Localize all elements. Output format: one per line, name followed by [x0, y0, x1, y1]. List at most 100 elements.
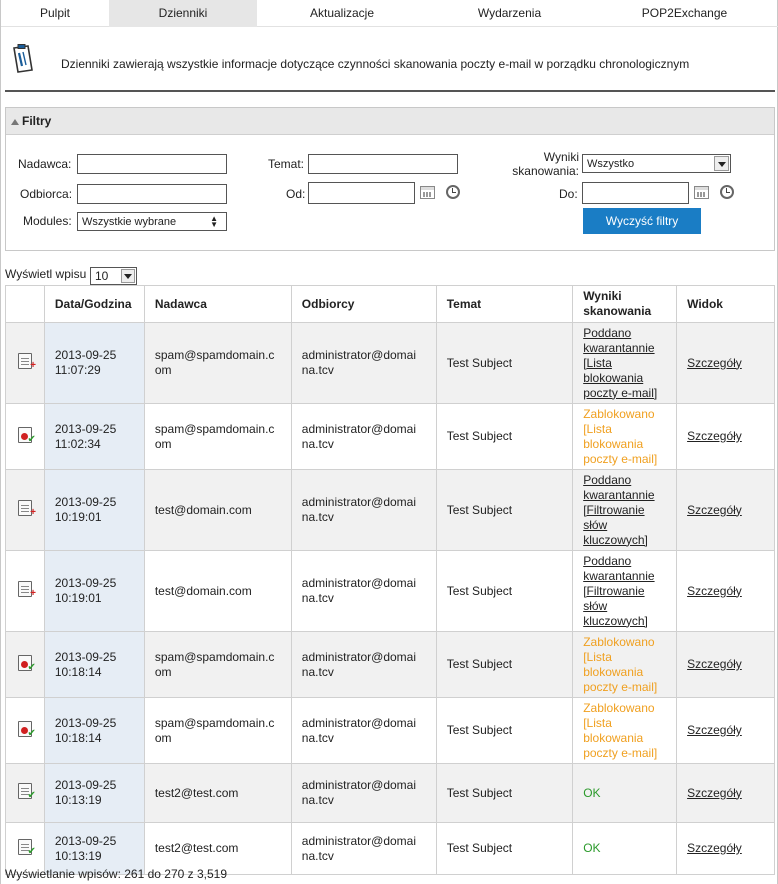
row-view-cell: Szczegóły — [676, 322, 775, 404]
row-datetime-cell: 2013-09-25 11:02:34 — [43, 403, 145, 470]
row-datetime-cell: 2013-09-25 11:07:29 — [43, 322, 145, 404]
from-date-input[interactable] — [308, 182, 415, 204]
row-recipient-cell: administrator@domai na.tcv — [290, 763, 437, 823]
row-sender-line: om — [154, 436, 172, 451]
scan-result-select[interactable]: Wszystko — [582, 154, 731, 173]
row-scan-result-line[interactable]: Poddano — [583, 554, 666, 569]
row-sender-cell: spam@spamdomain.c om — [143, 631, 292, 698]
details-link[interactable]: Szczegóły — [687, 657, 742, 671]
row-scan-result-line[interactable]: poczty e-mail] — [583, 386, 666, 401]
row-scan-result-line: [Lista — [583, 715, 612, 730]
row-subject: Test Subject — [446, 502, 513, 517]
tab-aktualizacje[interactable]: Aktualizacje — [257, 0, 427, 27]
details-link[interactable]: Szczegóły — [687, 786, 742, 800]
row-scan-result-line[interactable]: blokowania — [583, 371, 666, 386]
details-link[interactable]: Szczegóły — [687, 723, 742, 737]
row-scan-result-line[interactable]: [Filtrowanie — [583, 503, 666, 518]
row-date: 2013-09-25 — [54, 576, 117, 590]
modules-select[interactable]: Wszystkie wybrane ▲ ▼ — [77, 212, 227, 231]
column-header-view[interactable]: Widok — [676, 285, 775, 323]
details-link[interactable]: Szczegóły — [687, 584, 742, 598]
row-sender-line: test@domain.com — [154, 502, 252, 517]
row-recipient-line: administrator@domai — [301, 833, 417, 848]
tab-dzienniki[interactable]: Dzienniki — [109, 0, 257, 27]
clear-filters-button[interactable]: Wyczyść filtry — [583, 208, 701, 234]
table-row[interactable]: ✔ 2013-09-25 10:13:19 test2@test.com adminis… — [5, 763, 775, 823]
row-scan-result-line: Zablokowano — [583, 700, 655, 715]
quarantine-mail-icon: + — [17, 353, 36, 371]
clock-icon[interactable] — [446, 185, 460, 199]
column-header-recipient[interactable]: Odbiorcy — [290, 285, 437, 323]
row-subject: Test Subject — [446, 657, 513, 671]
sender-input[interactable] — [77, 154, 227, 174]
row-sender-line: test2@test.com — [154, 785, 239, 800]
row-scan-result-line[interactable]: kwarantannie — [583, 569, 666, 584]
row-scan-result-line[interactable]: słów — [583, 518, 666, 533]
details-link[interactable]: Szczegóły — [687, 503, 742, 517]
table-row[interactable]: ✔ 2013-09-25 10:18:14 spam@spamdomain.c om ad… — [5, 631, 775, 698]
to-date-input[interactable] — [582, 182, 689, 204]
row-status-icon-cell: + — [5, 469, 45, 551]
row-time: 11:07:29 — [54, 363, 101, 377]
chevron-down-icon — [714, 156, 729, 171]
ok-mail-icon: ✔ — [17, 838, 36, 856]
row-scan-result-line: OK — [583, 785, 601, 800]
per-page-select[interactable]: 10 — [90, 267, 137, 285]
row-datetime-cell: 2013-09-25 10:18:14 — [43, 631, 145, 698]
row-scan-result-line[interactable]: kluczowych] — [583, 614, 666, 629]
row-sender-line: spam@spamdomain.c — [154, 715, 275, 730]
recipient-input[interactable] — [77, 184, 227, 204]
subject-label: Temat: — [268, 157, 305, 171]
row-scan-result-cell[interactable]: Poddano kwarantannie [Lista blokowania poczt… — [572, 322, 678, 404]
row-view-cell: Szczegóły — [676, 403, 775, 470]
column-header-sender[interactable]: Nadawca — [143, 285, 292, 323]
column-header-scan-result[interactable]: Wyniki skanowania — [572, 285, 678, 323]
filter-panel-title: Filtry — [22, 114, 52, 128]
column-header-date[interactable]: Data/Godzina — [43, 285, 145, 323]
row-scan-result-cell[interactable]: Poddano kwarantannie [Filtrowanie słów klucz… — [572, 469, 678, 551]
table-row[interactable]: +2013-09-25 10:19:01 test@domain.com admini… — [5, 469, 775, 551]
tab-pop2exchange[interactable]: POP2Exchange — [592, 0, 777, 27]
table-row[interactable]: +2013-09-25 11:07:29 spam@spamdomain.c om ad… — [5, 322, 775, 404]
details-link[interactable]: Szczegóły — [687, 841, 742, 855]
row-scan-result-line[interactable]: [Filtrowanie — [583, 584, 666, 599]
row-subject-cell: Test Subject — [435, 550, 574, 632]
table-row[interactable]: ✔ 2013-09-25 11:02:34 spam@spamdomain.c om ad… — [5, 403, 775, 470]
details-link[interactable]: Szczegóły — [687, 429, 742, 443]
row-time: 10:18:14 — [54, 664, 102, 679]
tab-wydarzenia[interactable]: Wydarzenia — [427, 0, 592, 27]
row-subject: Test Subject — [446, 723, 513, 737]
calendar-icon[interactable] — [694, 186, 709, 199]
scan-result-select-value: Wszystko — [587, 158, 635, 170]
icon-column-header — [5, 285, 45, 323]
tab-pulpit[interactable]: Pulpit — [1, 0, 109, 27]
table-row[interactable]: ✔ 2013-09-25 10:18:14 spam@spamdomain.c om ad… — [5, 697, 775, 764]
row-date: 2013-09-25 — [54, 715, 117, 730]
row-subject-cell: Test Subject — [435, 822, 574, 875]
row-scan-result-line[interactable]: Poddano — [583, 326, 666, 341]
calendar-icon[interactable] — [420, 186, 435, 199]
row-scan-result-line[interactable]: kwarantannie — [583, 488, 666, 503]
details-link[interactable]: Szczegóły — [687, 356, 742, 370]
row-sender-cell: test2@test.com — [143, 763, 292, 823]
row-scan-result-cell: Zablokowano [Lista blokowania poczty e-mail… — [572, 697, 678, 764]
row-recipient-cell: administrator@domai na.tcv — [290, 550, 437, 632]
clock-icon[interactable] — [720, 185, 734, 199]
row-status-icon-cell: ✔ — [5, 763, 45, 823]
row-scan-result-line[interactable]: Poddano — [583, 473, 666, 488]
subject-input[interactable] — [308, 154, 458, 174]
row-date: 2013-09-25 — [54, 421, 117, 436]
column-header-scan-result-label: Wyniki skanowania — [583, 289, 652, 318]
row-scan-result-cell[interactable]: Poddano kwarantannie [Filtrowanie słów klucz… — [572, 550, 678, 632]
row-scan-result-line[interactable]: słów — [583, 599, 666, 614]
top-nav: Pulpit Dzienniki Aktualizacje Wydarzenia… — [1, 0, 778, 27]
row-scan-result-line[interactable]: kwarantannie — [583, 341, 666, 356]
row-scan-result-line[interactable]: [Lista — [583, 356, 666, 371]
table-row[interactable]: +2013-09-25 10:19:01 test@domain.com admini… — [5, 550, 775, 632]
column-header-subject[interactable]: Temat — [435, 285, 574, 323]
quarantine-mail-icon: + — [17, 581, 36, 599]
row-scan-result-line[interactable]: kluczowych] — [583, 533, 666, 548]
row-scan-result-line: poczty e-mail] — [583, 745, 658, 760]
row-scan-result-cell: Zablokowano [Lista blokowania poczty e-mail… — [572, 403, 678, 470]
filter-panel-header[interactable]: Filtry — [6, 108, 774, 135]
